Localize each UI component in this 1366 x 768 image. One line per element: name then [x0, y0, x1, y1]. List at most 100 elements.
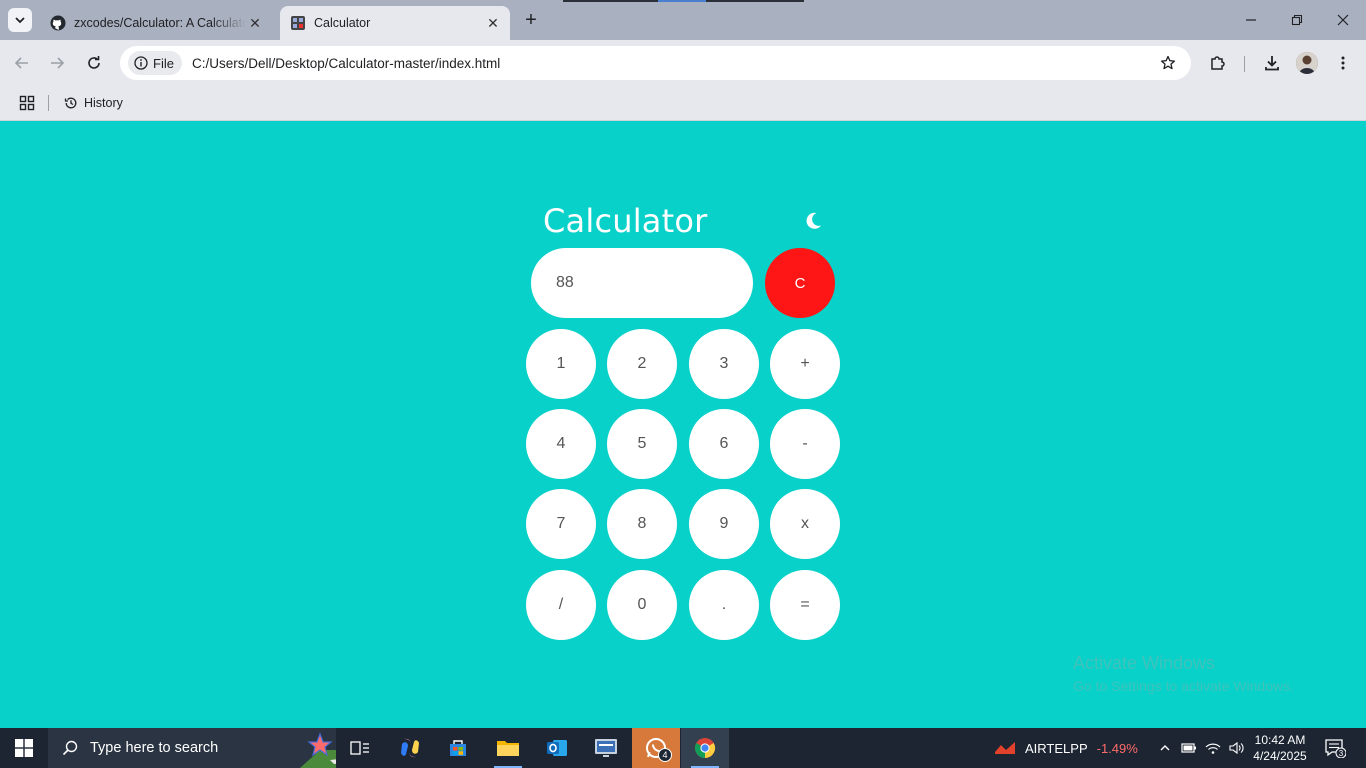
- key-0-button[interactable]: 0: [607, 570, 677, 640]
- tab-calculator[interactable]: Calculator ✕: [280, 6, 510, 40]
- stock-change: -1.49%: [1096, 740, 1138, 756]
- show-hidden-icons-button[interactable]: [1155, 738, 1175, 758]
- reload-button[interactable]: [79, 48, 109, 78]
- browser-toolbar: File C:/Users/Dell/Desktop/Calculator-ma…: [0, 40, 1366, 86]
- search-highlight-art-icon: [300, 732, 336, 768]
- network-button[interactable]: [1203, 738, 1223, 758]
- notification-badge: 4: [658, 748, 672, 762]
- add-button[interactable]: +: [770, 329, 840, 399]
- search-icon: [62, 740, 78, 756]
- address-bar[interactable]: File C:/Users/Dell/Desktop/Calculator-ma…: [120, 46, 1191, 80]
- key-3-button[interactable]: 3: [689, 329, 759, 399]
- divide-button[interactable]: /: [526, 570, 596, 640]
- wifi-icon: [1205, 743, 1221, 754]
- tab-title: zxcodes/Calculator: A Calculator: [74, 16, 246, 30]
- subtract-button[interactable]: -: [770, 409, 840, 479]
- avatar: [1296, 52, 1318, 74]
- apps-grid-icon: [19, 95, 35, 111]
- theme-toggle-button[interactable]: [800, 208, 826, 234]
- tab-search-button[interactable]: [8, 8, 32, 32]
- moon-icon: [806, 212, 821, 229]
- key-1-button[interactable]: 1: [526, 329, 596, 399]
- remote-desktop-app[interactable]: [582, 728, 630, 768]
- forward-button[interactable]: [42, 48, 72, 78]
- windows-logo-icon: [15, 739, 33, 757]
- tab-title: Calculator: [314, 16, 371, 30]
- apps-button[interactable]: [16, 92, 38, 114]
- speaker-icon: [1229, 741, 1244, 755]
- url-text[interactable]: C:/Users/Dell/Desktop/Calculator-master/…: [192, 56, 1153, 71]
- site-chip-label: File: [153, 55, 174, 71]
- minimize-button[interactable]: [1228, 0, 1274, 40]
- key-2-button[interactable]: 2: [607, 329, 677, 399]
- whatsapp-app[interactable]: 4: [632, 728, 680, 768]
- equals-button[interactable]: =: [770, 570, 840, 640]
- key-7-button[interactable]: 7: [526, 489, 596, 559]
- tab-github[interactable]: zxcodes/Calculator: A Calculator ✕: [40, 6, 272, 40]
- close-icon: [1337, 14, 1349, 26]
- extensions-button[interactable]: [1203, 48, 1233, 78]
- multiply-button[interactable]: x: [770, 489, 840, 559]
- activate-windows-watermark: Activate Windows Go to Settings to activ…: [1073, 653, 1294, 694]
- history-label: History: [84, 96, 123, 110]
- restore-button[interactable]: [1274, 0, 1320, 40]
- chevron-down-icon: [15, 17, 25, 24]
- volume-button[interactable]: [1227, 738, 1247, 758]
- arrow-left-icon: [14, 57, 28, 69]
- calculator-page: Calculator 88 C 1 2 3 + 4 5 6 - 7 8 9 x …: [0, 121, 1366, 728]
- profile-button[interactable]: [1292, 48, 1322, 78]
- computer-icon: [595, 739, 617, 757]
- windows-taskbar: Type here to search 4 AIRTELPP -1.49% 10…: [0, 728, 1366, 768]
- folder-icon: [497, 741, 519, 756]
- site-info-chip[interactable]: File: [128, 51, 182, 75]
- file-explorer-app[interactable]: [484, 728, 532, 768]
- key-4-button[interactable]: 4: [526, 409, 596, 479]
- key-5-button[interactable]: 5: [607, 409, 677, 479]
- taskbar-search-box[interactable]: Type here to search: [48, 728, 336, 768]
- history-bookmark[interactable]: History: [62, 91, 129, 115]
- outlook-app[interactable]: [533, 728, 581, 768]
- store-icon: [450, 740, 466, 756]
- calculator-favicon-icon: [290, 15, 306, 31]
- clock-time: 10:42 AM: [1254, 733, 1306, 747]
- key-6-button[interactable]: 6: [689, 409, 759, 479]
- decimal-button[interactable]: .: [689, 570, 759, 640]
- start-button[interactable]: [0, 728, 48, 768]
- bookmarks-bar: History: [0, 86, 1366, 121]
- battery-button[interactable]: [1179, 738, 1199, 758]
- history-icon: [64, 97, 77, 109]
- system-clock[interactable]: 10:42 AM 4/24/2025: [1252, 732, 1308, 764]
- copilot-app[interactable]: [386, 728, 434, 768]
- notification-center-button[interactable]: 3: [1318, 734, 1352, 762]
- close-icon[interactable]: ✕: [484, 14, 502, 32]
- watermark-subtitle: Go to Settings to activate Windows.: [1073, 678, 1294, 694]
- close-icon[interactable]: ✕: [246, 14, 264, 32]
- restore-icon: [1291, 14, 1303, 26]
- page-title: Calculator: [543, 202, 708, 240]
- bookmark-star-button[interactable]: [1153, 48, 1183, 78]
- key-9-button[interactable]: 9: [689, 489, 759, 559]
- downloads-button[interactable]: [1257, 48, 1287, 78]
- menu-button[interactable]: [1328, 48, 1358, 78]
- window-indicator: [658, 0, 706, 2]
- window-indicator: [706, 0, 804, 2]
- stock-widget[interactable]: AIRTELPP -1.49%: [994, 728, 1138, 768]
- outlook-icon: [547, 740, 567, 756]
- clear-button[interactable]: C: [765, 248, 835, 318]
- task-view-button[interactable]: [336, 728, 384, 768]
- battery-icon: [1181, 743, 1196, 753]
- puzzle-icon: [1211, 56, 1225, 70]
- key-8-button[interactable]: 8: [607, 489, 677, 559]
- close-window-button[interactable]: [1320, 0, 1366, 40]
- notification-icon: 3: [1325, 739, 1346, 758]
- microsoft-store-app[interactable]: [434, 728, 482, 768]
- notification-count: 3: [1339, 749, 1344, 758]
- reload-icon: [88, 56, 100, 69]
- window-indicator: [563, 0, 658, 2]
- chrome-app[interactable]: [681, 728, 729, 768]
- minimize-icon: [1246, 19, 1256, 21]
- back-button[interactable]: [7, 48, 37, 78]
- chevron-up-icon: [1160, 745, 1170, 751]
- search-placeholder: Type here to search: [90, 740, 219, 756]
- new-tab-button[interactable]: +: [520, 9, 542, 31]
